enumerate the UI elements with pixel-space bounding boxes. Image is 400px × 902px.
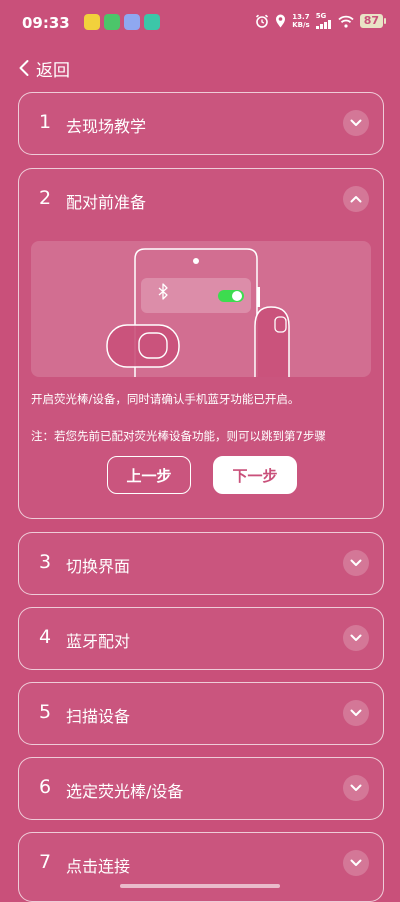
chevron-down-icon[interactable] xyxy=(343,700,369,726)
green-app-icon xyxy=(104,14,120,30)
step-header-4[interactable]: 4 蓝牙配对 xyxy=(19,608,383,670)
step-card-5: 5 扫描设备 xyxy=(18,682,384,745)
teal-app-icon xyxy=(144,14,160,30)
wifi-icon xyxy=(338,15,354,28)
phone-illustration xyxy=(106,248,290,377)
step-title: 切换界面 xyxy=(66,557,131,576)
step-number: 1 xyxy=(39,111,52,133)
step-title: 去现场教学 xyxy=(66,117,147,136)
step-number: 7 xyxy=(39,851,52,873)
cellular-signal: 5G xyxy=(315,12,332,29)
step-card-2: 2 配对前准备 开启荧光棒/设备，同时请确认手机蓝牙功能已开启。 注：若您先前已… xyxy=(18,168,384,519)
status-bar: 09:33 13.7 KB/s 5G 87 xyxy=(0,0,400,48)
chevron-left-icon xyxy=(19,60,29,76)
blue-app-icon xyxy=(124,14,140,30)
step-description: 开启荧光棒/设备，同时请确认手机蓝牙功能已开启。 xyxy=(31,392,300,406)
home-indicator[interactable] xyxy=(120,884,280,888)
step-card-4: 4 蓝牙配对 xyxy=(18,607,384,670)
toggle-switch xyxy=(218,290,244,302)
battery-cap xyxy=(384,18,386,24)
previous-step-button[interactable]: 上一步 xyxy=(107,456,191,494)
location-icon xyxy=(276,14,286,28)
battery-indicator: 87 xyxy=(359,14,386,28)
step-header-2[interactable]: 2 配对前准备 xyxy=(19,169,383,231)
step-card-3: 3 切换界面 xyxy=(18,532,384,595)
step-header-1[interactable]: 1 去现场教学 xyxy=(19,93,383,155)
chevron-down-icon[interactable] xyxy=(343,775,369,801)
step-title: 蓝牙配对 xyxy=(66,632,131,651)
step-header-5[interactable]: 5 扫描设备 xyxy=(19,683,383,745)
alarm-icon xyxy=(256,14,269,28)
step-card-6: 6 选定荧光棒/设备 xyxy=(18,757,384,820)
chevron-down-icon[interactable] xyxy=(343,550,369,576)
net-speed-unit: KB/s xyxy=(292,21,310,29)
step-card-7: 7 点击连接 xyxy=(18,832,384,902)
net-speed: 13.7 KB/s xyxy=(292,13,309,29)
step-header-6[interactable]: 6 选定荧光棒/设备 xyxy=(19,758,383,820)
back-label: 返回 xyxy=(36,60,70,81)
next-step-button[interactable]: 下一步 xyxy=(213,456,297,494)
step-number: 4 xyxy=(39,626,52,648)
yellow-app-icon xyxy=(84,14,100,30)
chevron-down-icon[interactable] xyxy=(343,850,369,876)
status-time: 09:33 xyxy=(22,14,70,32)
step-title: 配对前准备 xyxy=(66,193,147,212)
step-card-1: 1 去现场教学 xyxy=(18,92,384,155)
step-note: 注：若您先前已配对荧光棒设备功能，则可以跳到第7步骤 xyxy=(31,429,326,443)
right-hand-illustration xyxy=(254,306,290,377)
step-number: 2 xyxy=(39,187,52,209)
back-button[interactable]: 返回 xyxy=(18,54,70,82)
left-hand-illustration xyxy=(106,324,180,368)
step-header-3[interactable]: 3 切换界面 xyxy=(19,533,383,595)
signal-bars-icon xyxy=(315,20,331,29)
chevron-down-icon[interactable] xyxy=(343,625,369,651)
step-number: 3 xyxy=(39,551,52,573)
step-number: 5 xyxy=(39,701,52,723)
step-title: 点击连接 xyxy=(66,857,131,876)
network-type: 5G xyxy=(315,12,327,20)
step-title: 选定荧光棒/设备 xyxy=(66,782,184,801)
status-app-icons xyxy=(84,14,160,30)
step-title: 扫描设备 xyxy=(66,707,131,726)
chevron-up-icon[interactable] xyxy=(343,186,369,212)
chevron-down-icon[interactable] xyxy=(343,110,369,136)
step-number: 6 xyxy=(39,776,52,798)
battery-level: 87 xyxy=(359,14,383,28)
pairing-illustration xyxy=(31,241,371,377)
net-speed-value: 13.7 xyxy=(292,13,310,21)
